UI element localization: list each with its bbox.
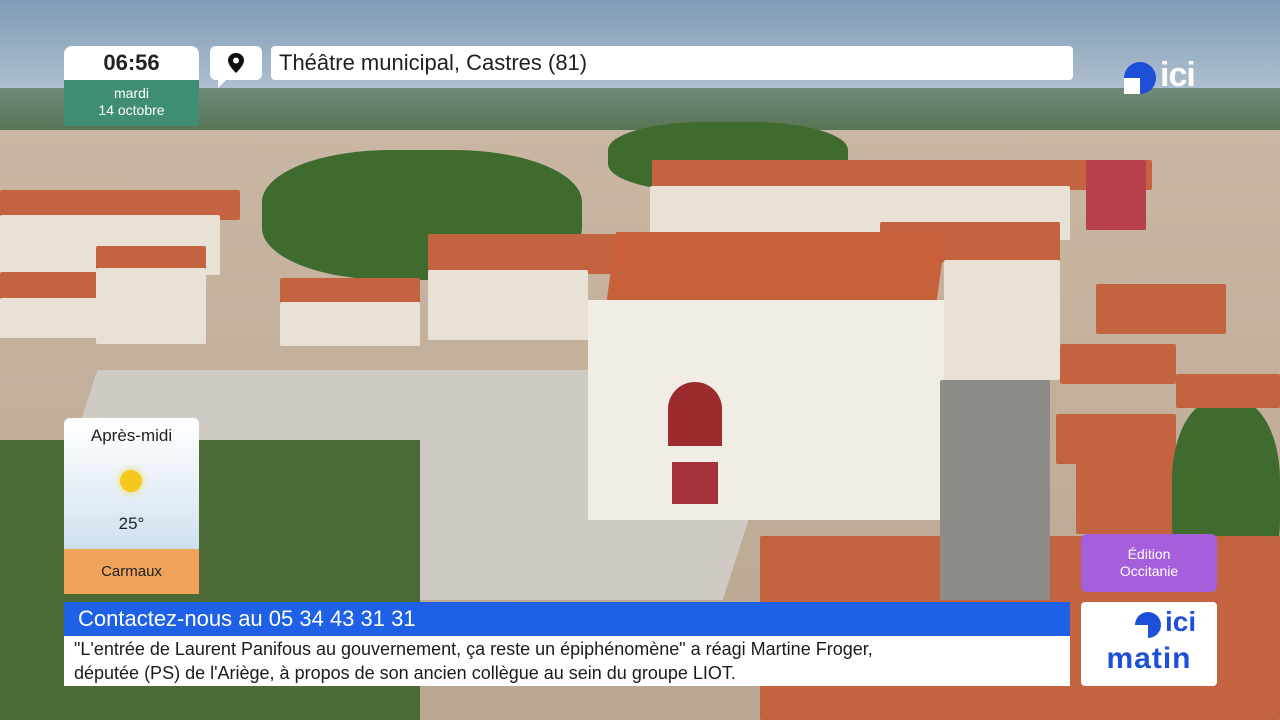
clock-date: mardi 14 octobre: [64, 80, 199, 126]
sun-icon: [120, 470, 142, 492]
ici-matin-logo-matin: matin: [1106, 642, 1192, 675]
theatre-door: [672, 462, 718, 504]
location-pin-icon: [228, 53, 244, 73]
news-ticker-line2: députée (PS) de l'Ariège, à propos de so…: [74, 663, 736, 683]
building-roof: [0, 272, 100, 300]
ici-matin-logo-ici: ici: [1165, 606, 1197, 637]
ici-logo-text: ici: [1160, 56, 1196, 94]
building: [280, 302, 420, 346]
building: [96, 268, 206, 344]
edition-badge: Édition Occitanie: [1081, 534, 1217, 592]
building: [428, 270, 588, 340]
building: [0, 298, 100, 338]
weather-temperature: 25°: [118, 514, 145, 533]
ici-logo: ici: [1124, 56, 1206, 96]
clock-card: 06:56 mardi 14 octobre: [64, 46, 199, 126]
clock-date-text: 14 octobre: [98, 102, 165, 118]
location-pin-box: [210, 46, 262, 88]
street: [940, 380, 1050, 600]
building-roof: [1060, 344, 1176, 384]
building-roof: [1176, 374, 1280, 408]
ici-matin-logo: ici matin: [1081, 602, 1217, 686]
edition-line1: Édition: [1127, 546, 1171, 562]
weather-card: Après-midi 25° Carmaux: [64, 418, 199, 594]
news-ticker-line1: "L'entrée de Laurent Panifous au gouvern…: [74, 639, 873, 659]
weather-panel: Après-midi 25°: [64, 418, 199, 549]
theatre-arch-window: [668, 382, 722, 446]
building-roof: [1096, 284, 1226, 334]
clock-day: mardi: [113, 85, 149, 101]
building: [944, 260, 1060, 380]
weather-city: Carmaux: [64, 549, 199, 594]
news-ticker: "L'entrée de Laurent Panifous au gouvern…: [64, 636, 1070, 686]
location-title: Théâtre municipal, Castres (81): [271, 46, 1073, 80]
building: [1086, 160, 1146, 230]
ici-matin-logo-mark: [1135, 612, 1161, 638]
building-roof: [280, 278, 420, 304]
contact-banner: Contactez-nous au 05 34 43 31 31: [64, 602, 1070, 636]
building-roof: [96, 246, 206, 270]
clock-time: 06:56: [64, 46, 199, 80]
ici-logo-mark: [1124, 62, 1156, 94]
building-roof: [1056, 414, 1176, 464]
edition-line2: Occitanie: [1119, 563, 1179, 579]
weather-period: Après-midi: [90, 426, 173, 445]
theatre-facade: [588, 300, 944, 520]
